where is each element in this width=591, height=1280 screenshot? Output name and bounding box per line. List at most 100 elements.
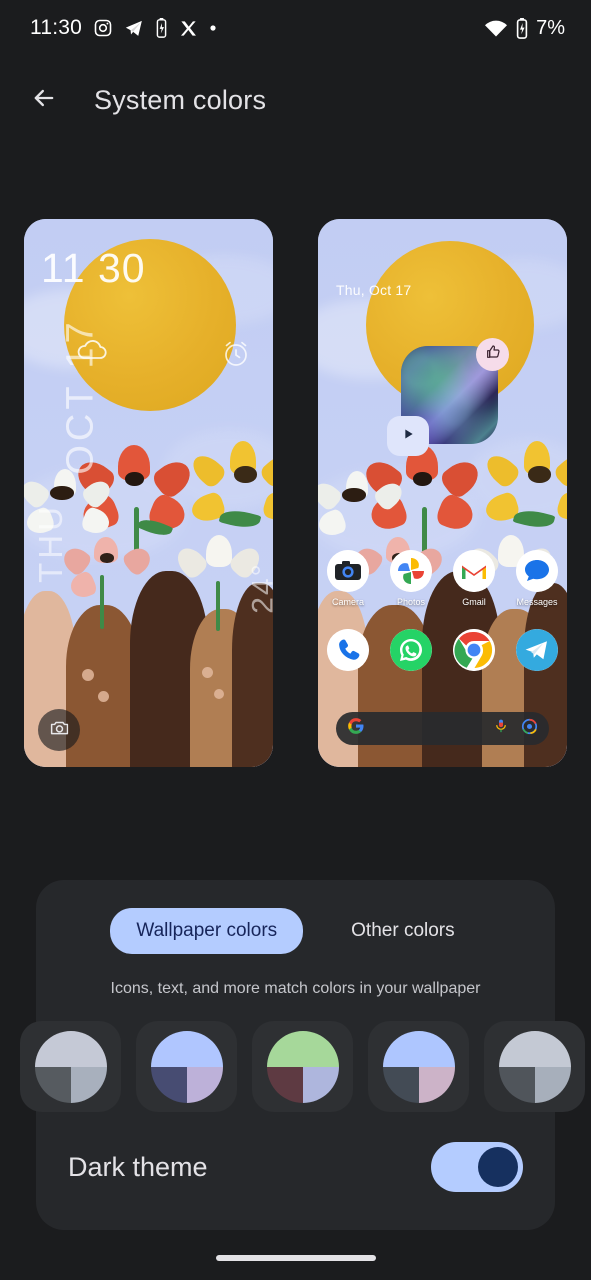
- lock-screen-clock: 11 30: [41, 245, 146, 291]
- home-screen-date: Thu, Oct 17: [336, 282, 412, 298]
- lock-screen-temperature: 24°: [246, 562, 273, 614]
- swatch-bottom-right-color: [302, 1066, 339, 1103]
- swatch-bottom-left-color: [266, 1066, 303, 1103]
- dark-theme-label: Dark theme: [68, 1151, 208, 1182]
- sunflower: [481, 441, 567, 526]
- page-title: System colors: [94, 84, 267, 115]
- back-arrow-icon: [30, 84, 58, 117]
- color-swatch-1[interactable]: [20, 1021, 121, 1112]
- app-item-chrome[interactable]: [451, 629, 497, 671]
- app-label: Gmail: [462, 597, 486, 607]
- swatch-bottom-left-color: [498, 1066, 535, 1103]
- swatch-bottom-right-color: [534, 1066, 571, 1103]
- sunflower: [187, 441, 273, 526]
- google-search-bar[interactable]: [336, 712, 549, 745]
- swatch-preview: [498, 1030, 571, 1103]
- swatch-top-color: [150, 1030, 223, 1067]
- hand-shape: [66, 605, 140, 767]
- color-options-card: Wallpaper colors Other colors Icons, tex…: [20, 880, 585, 1230]
- color-swatch-2[interactable]: [136, 1021, 237, 1112]
- status-bar-clock: 11:30: [30, 16, 82, 39]
- dark-theme-row[interactable]: Dark theme: [36, 1112, 555, 1220]
- swatch-top-color: [34, 1030, 107, 1067]
- swatch-bottom-right-color: [70, 1066, 107, 1103]
- color-swatch-5[interactable]: [484, 1021, 585, 1112]
- app-row-2: [318, 629, 567, 671]
- system-navigation-bar: [0, 1236, 591, 1280]
- thumbs-up-icon: [485, 344, 501, 365]
- swatch-preview: [150, 1030, 223, 1103]
- battery-alt-icon: [155, 18, 168, 38]
- lock-screen-camera-shortcut[interactable]: [38, 709, 80, 751]
- color-swatch-row[interactable]: [20, 1021, 585, 1112]
- wifi-icon: [484, 18, 508, 38]
- app-item-gmail[interactable]: Gmail: [451, 550, 497, 607]
- tab-other-colors[interactable]: Other colors: [325, 908, 480, 954]
- system-colors-screen: 11:30 7% System colors 11 30 OCT 17 THU …: [0, 0, 591, 1280]
- battery-icon: [515, 17, 529, 39]
- gmail-app-icon: [453, 550, 495, 592]
- color-source-description: Icons, text, and more match colors in yo…: [110, 980, 481, 997]
- phone-app-icon: [327, 629, 369, 671]
- swatch-preview: [34, 1030, 107, 1103]
- alarm-clock-icon: [221, 339, 251, 374]
- tab-wallpaper-colors[interactable]: Wallpaper colors: [110, 908, 304, 954]
- wallpaper-lock: [24, 219, 273, 767]
- color-source-tabs: Wallpaper colors Other colors: [36, 880, 555, 954]
- google-lens-icon[interactable]: [521, 718, 538, 740]
- media-play-button[interactable]: [387, 416, 429, 456]
- media-like-button[interactable]: [476, 338, 509, 371]
- app-label: Messages: [516, 597, 558, 607]
- swatch-bottom-right-color: [186, 1066, 223, 1103]
- pink-cosmos: [58, 537, 156, 602]
- app-item-photos[interactable]: Photos: [388, 550, 434, 607]
- swatch-bottom-right-color: [418, 1066, 455, 1103]
- status-bar-left: 11:30: [30, 16, 217, 40]
- color-swatch-4[interactable]: [368, 1021, 469, 1112]
- photos-app-icon: [390, 550, 432, 592]
- back-button[interactable]: [14, 70, 74, 130]
- x-twitter-icon: [179, 19, 198, 38]
- app-item-whatsapp[interactable]: [388, 629, 434, 671]
- app-item-telegram[interactable]: [514, 629, 560, 671]
- status-bar: 11:30 7%: [0, 0, 591, 56]
- app-item-phone[interactable]: [325, 629, 371, 671]
- status-bar-right: 7%: [484, 17, 565, 40]
- battery-percent-label: 7%: [536, 16, 565, 39]
- telegram-app-icon: [516, 629, 558, 671]
- swatch-bottom-left-color: [150, 1066, 187, 1103]
- app-item-messages[interactable]: Messages: [514, 550, 560, 607]
- app-bar: System colors: [0, 64, 591, 136]
- swatch-bottom-left-color: [382, 1066, 419, 1103]
- search-bar-actions: [493, 718, 538, 740]
- swatch-top-color: [266, 1030, 339, 1067]
- google-g-icon: [347, 717, 365, 740]
- microphone-icon[interactable]: [493, 718, 509, 739]
- whatsapp-app-icon: [390, 629, 432, 671]
- play-icon: [400, 426, 416, 447]
- dot-icon: [209, 24, 217, 32]
- messages-app-icon: [516, 550, 558, 592]
- home-screen-preview[interactable]: Thu, Oct 17 Camera Photos Gmail Messages: [318, 219, 567, 767]
- app-label: Photos: [396, 597, 426, 607]
- swatch-preview: [266, 1030, 339, 1103]
- telegram-icon: [124, 18, 144, 38]
- camera-icon: [49, 717, 70, 743]
- instagram-icon: [93, 18, 113, 38]
- cloud-icon: [75, 338, 109, 367]
- swatch-top-color: [498, 1030, 571, 1067]
- swatch-bottom-left-color: [34, 1066, 71, 1103]
- home-gesture-pill[interactable]: [215, 1255, 376, 1261]
- home-screen-app-grid: Camera Photos Gmail Messages: [318, 550, 567, 671]
- lock-screen-preview[interactable]: 11 30 OCT 17 THU 24°: [24, 219, 273, 767]
- wallpaper-home: [318, 219, 567, 767]
- app-label: Camera: [331, 597, 364, 607]
- camera-app-icon: [327, 550, 369, 592]
- app-item-camera[interactable]: Camera: [325, 550, 371, 607]
- color-swatch-3[interactable]: [252, 1021, 353, 1112]
- dark-theme-toggle[interactable]: [431, 1142, 523, 1192]
- app-row-1: Camera Photos Gmail Messages: [318, 550, 567, 607]
- toggle-thumb: [478, 1147, 518, 1187]
- swatch-preview: [382, 1030, 455, 1103]
- white-daisy: [318, 471, 407, 540]
